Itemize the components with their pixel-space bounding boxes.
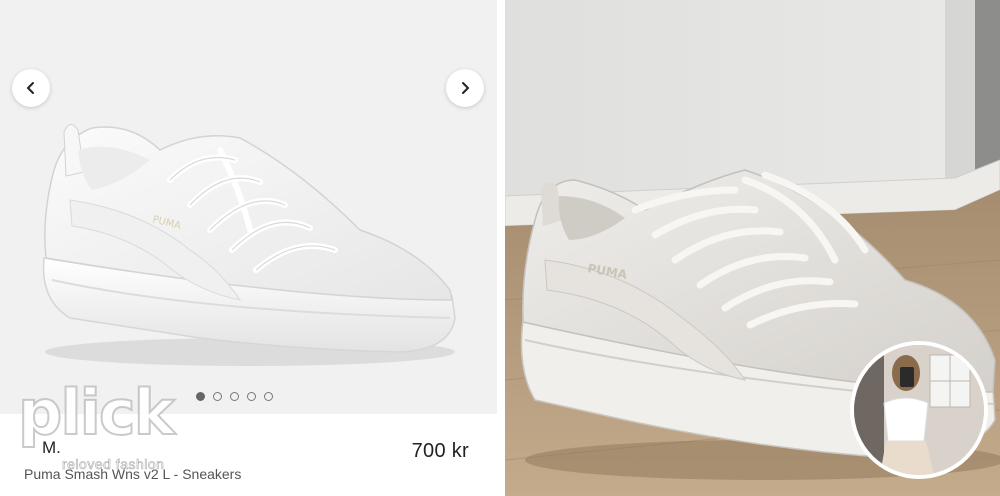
next-image-button[interactable] [446,69,484,107]
carousel-pagination [196,392,273,401]
pagination-dot[interactable] [196,392,205,401]
product-photo-studio: PUMA [42,124,456,366]
chevron-left-icon [27,82,34,94]
listing-title: Puma Smash Wns v2 L - Sneakers [24,466,242,482]
pagination-dot[interactable] [213,392,222,401]
seller-name: M. [42,438,61,457]
seller-avatar[interactable] [850,341,988,479]
avatar-photo [854,345,984,475]
pagination-dot[interactable] [264,392,273,401]
chevron-right-icon [462,82,469,94]
panel-divider [497,0,505,496]
pagination-dot[interactable] [230,392,239,401]
pagination-dot[interactable] [247,392,256,401]
listing-info-bar[interactable]: M. 700 kr Puma Smash Wns v2 L - Sneakers [0,414,497,496]
product-photo-real: PUMA [505,0,1000,496]
listing-price: 700 kr [411,440,469,462]
previous-image-button[interactable] [12,69,50,107]
product-image-carousel[interactable]: PUMA M. 700 kr Puma Smash Wns v2 L - Sne… [0,0,497,496]
